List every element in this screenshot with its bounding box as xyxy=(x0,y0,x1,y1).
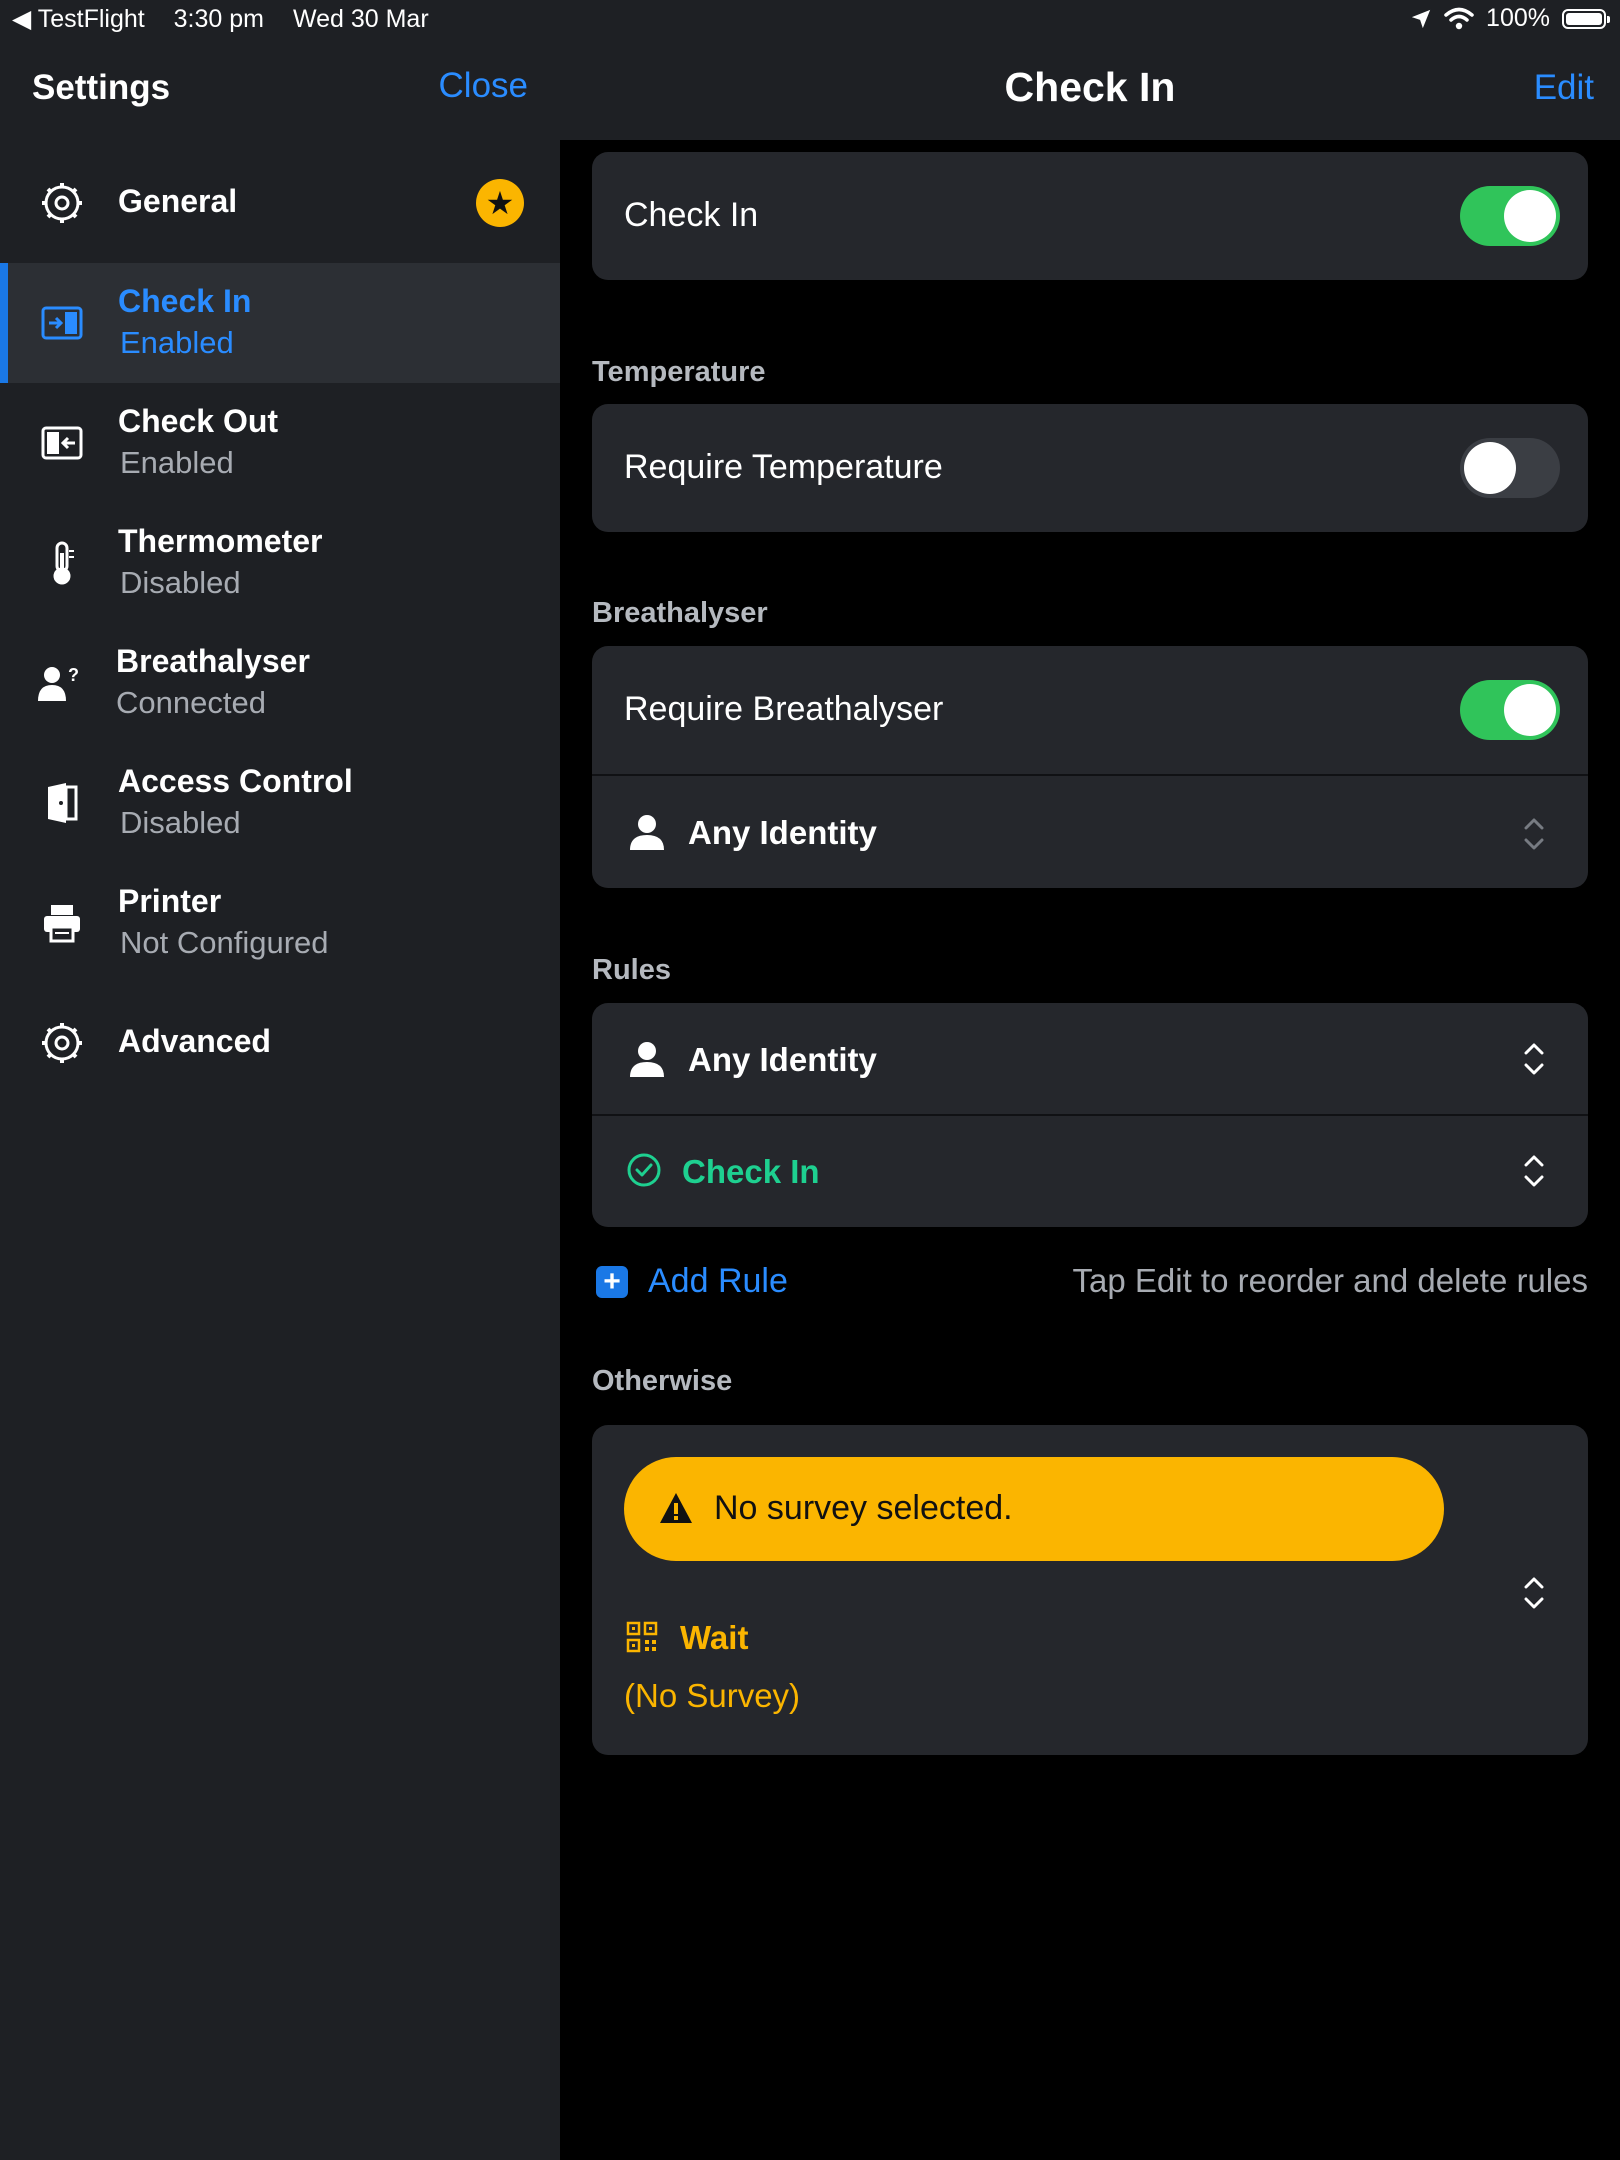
sidebar-item-subtitle: Enabled xyxy=(120,445,234,480)
require-temperature-label: Require Temperature xyxy=(624,448,943,486)
chevron-up-down-icon xyxy=(1524,818,1544,850)
sidebar-item-thermometer[interactable]: Thermometer Disabled xyxy=(0,503,560,623)
require-breathalyser-label: Require Breathalyser xyxy=(624,690,944,728)
rules-section-label: Rules xyxy=(592,954,671,986)
edit-button[interactable]: Edit xyxy=(1534,68,1594,108)
warning-text: No survey selected. xyxy=(714,1489,1013,1527)
sidebar-item-subtitle: Enabled xyxy=(120,325,234,360)
chevron-up-down-icon xyxy=(1524,1577,1544,1609)
chevron-up-down-icon xyxy=(1524,1155,1544,1187)
sidebar-item-subtitle: Disabled xyxy=(120,565,241,600)
sidebar-item-subtitle: Disabled xyxy=(120,805,241,840)
chevron-up-down-icon xyxy=(1524,1043,1544,1075)
sidebar-header: Settings Close xyxy=(0,40,560,140)
sidebar-item-title: Printer xyxy=(118,883,222,919)
sidebar-item-title: Breathalyser xyxy=(116,643,310,679)
require-temperature-toggle[interactable] xyxy=(1460,438,1560,498)
rule-action-picker[interactable]: Check In xyxy=(592,1116,1588,1227)
breathalyser-identity-picker[interactable]: Any Identity xyxy=(592,776,1588,888)
status-left: ◀ TestFlight 3:30 pm Wed 30 Mar xyxy=(12,4,451,34)
rule-identity-value: Any Identity xyxy=(688,1041,877,1078)
check-out-icon xyxy=(40,421,84,465)
add-rule-label: Add Rule xyxy=(648,1262,788,1300)
temperature-card: Require Temperature xyxy=(592,404,1588,532)
svg-text:?: ? xyxy=(68,665,79,685)
otherwise-survey-value: (No Survey) xyxy=(624,1677,801,1714)
back-to-app-link[interactable]: ◀ TestFlight xyxy=(12,5,145,33)
status-right: 100% xyxy=(1410,4,1610,33)
star-icon[interactable]: ★ xyxy=(476,179,524,227)
sidebar-item-breathalyser[interactable]: ? Breathalyser Connected xyxy=(0,623,560,743)
rule-identity-picker[interactable]: Any Identity xyxy=(592,1003,1588,1115)
sidebar-item-title: Check Out xyxy=(118,403,279,439)
sidebar-item-printer[interactable]: Printer Not Configured xyxy=(0,863,560,983)
printer-icon xyxy=(40,901,84,945)
add-rule-button[interactable]: + Add Rule xyxy=(596,1262,788,1301)
gear-icon xyxy=(40,1021,84,1065)
settings-sidebar: Settings Close General ★ Check In Enable… xyxy=(0,0,560,2160)
check-in-label: Check In xyxy=(624,196,759,234)
battery-percent: 100% xyxy=(1486,4,1550,32)
sidebar-item-check-out[interactable]: Check Out Enabled xyxy=(0,383,560,503)
thermometer-icon xyxy=(40,541,84,585)
rules-card: Any Identity Check In xyxy=(592,1003,1588,1227)
breathalyser-section-label: Breathalyser xyxy=(592,597,768,629)
person-icon xyxy=(630,1042,664,1077)
breathalyser-card: Require Breathalyser Any Identity xyxy=(592,646,1588,888)
sidebar-item-title: Check In xyxy=(118,283,252,319)
sidebar-item-subtitle: Connected xyxy=(116,685,266,720)
require-breathalyser-toggle[interactable] xyxy=(1460,680,1560,740)
otherwise-section-label: Otherwise xyxy=(592,1365,733,1397)
wifi-icon xyxy=(1444,7,1474,29)
page-title: Check In xyxy=(1004,64,1176,110)
person-icon xyxy=(630,815,664,850)
detail-pane: Check In Edit Check In Temperature Requi… xyxy=(560,0,1620,2160)
status-bar: ◀ TestFlight 3:30 pm Wed 30 Mar 100% xyxy=(0,0,1620,40)
rule-action-value: Check In xyxy=(682,1153,820,1190)
check-in-toggle[interactable] xyxy=(1460,186,1560,246)
sidebar-item-subtitle: Not Configured xyxy=(120,925,329,960)
sidebar-title: Settings xyxy=(32,68,171,107)
plus-icon: + xyxy=(596,1265,628,1298)
check-in-card: Check In xyxy=(592,152,1588,280)
sidebar-item-general[interactable]: General ★ xyxy=(0,143,560,263)
breathalyser-identity-value: Any Identity xyxy=(688,814,877,851)
gear-icon xyxy=(40,181,84,225)
check-circle-icon xyxy=(627,1153,661,1187)
status-time: 3:30 pm xyxy=(173,5,264,33)
qr-code-icon xyxy=(626,1621,658,1653)
sidebar-item-title: Thermometer xyxy=(118,523,323,559)
check-in-icon xyxy=(40,301,84,345)
otherwise-card[interactable]: No survey selected. Wait (No Survey) xyxy=(592,1425,1588,1755)
otherwise-action-value: Wait xyxy=(680,1619,749,1656)
sidebar-item-check-in[interactable]: Check In Enabled xyxy=(0,263,560,383)
rules-hint: Tap Edit to reorder and delete rules xyxy=(1072,1262,1588,1299)
sidebar-item-title: General xyxy=(118,183,238,219)
sidebar-item-access-control[interactable]: Access Control Disabled xyxy=(0,743,560,863)
require-temperature-row: Require Temperature xyxy=(592,404,1588,532)
detail-header: Check In Edit xyxy=(560,40,1620,140)
sidebar-item-advanced[interactable]: Advanced xyxy=(0,983,560,1103)
no-survey-warning: No survey selected. xyxy=(624,1457,1444,1561)
status-date: Wed 30 Mar xyxy=(292,5,429,33)
battery-icon xyxy=(1562,8,1610,29)
close-button[interactable]: Close xyxy=(439,66,528,106)
sidebar-item-title: Advanced xyxy=(118,1023,271,1059)
door-icon xyxy=(40,781,84,825)
location-arrow-icon xyxy=(1411,9,1431,28)
person-question-icon: ? xyxy=(38,661,82,705)
temperature-section-label: Temperature xyxy=(592,356,766,388)
sidebar-item-title: Access Control xyxy=(118,763,353,799)
require-breathalyser-row: Require Breathalyser xyxy=(592,646,1588,774)
check-in-row: Check In xyxy=(592,152,1588,280)
warning-icon xyxy=(660,1493,692,1523)
